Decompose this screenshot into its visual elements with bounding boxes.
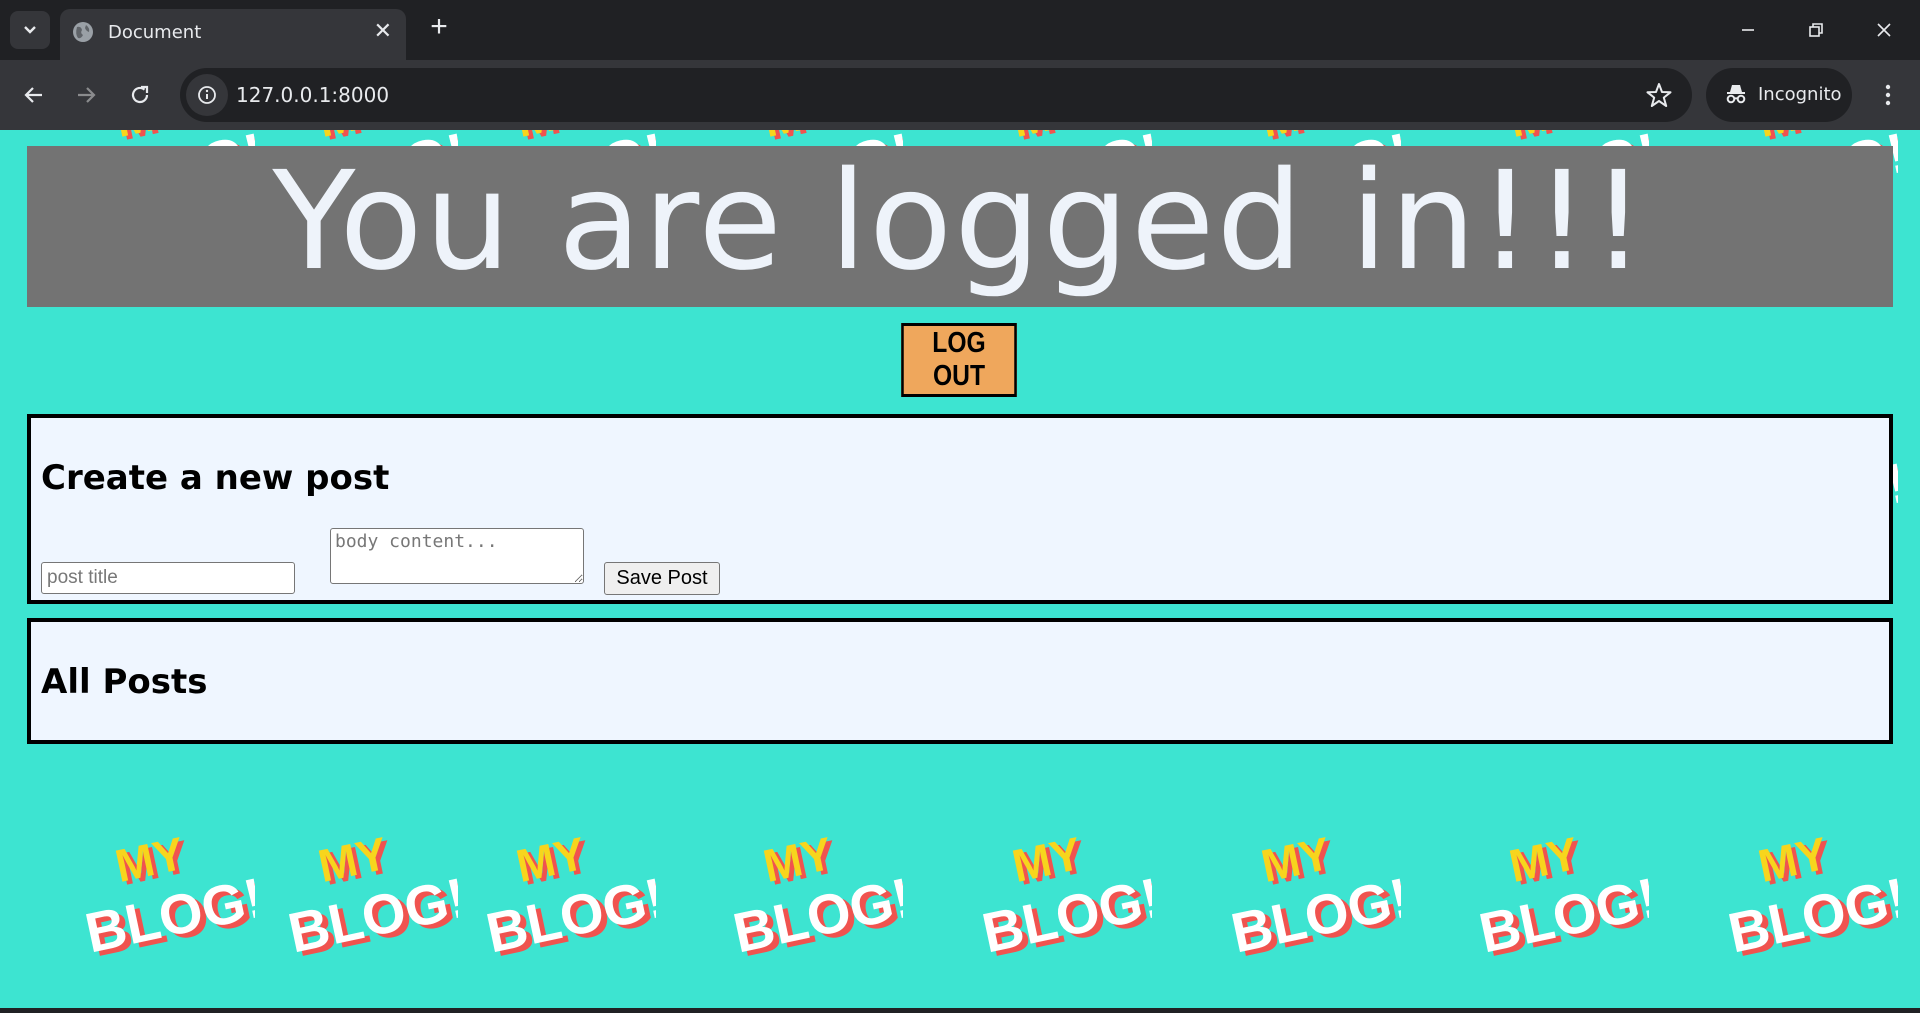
arrow-left-icon [24,87,42,103]
reload-icon [131,85,149,104]
minimize-icon [1742,29,1754,31]
restore-button[interactable] [1796,12,1836,48]
close-window-button[interactable] [1864,12,1904,48]
address-bar[interactable]: 127.0.0.1:8000 [180,68,1692,122]
create-post-panel: Create a new post Save Post [27,414,1893,604]
blog-logo-tile: MYMYBLOG!BLOG! [278,815,479,975]
all-posts-heading: All Posts [41,662,208,702]
browser-tabstrip: Document ✕ + [0,0,1920,60]
url-text: 127.0.0.1:8000 [236,83,390,107]
tab-title: Document [108,22,202,43]
create-post-heading: Create a new post [41,458,390,498]
forward-button[interactable] [68,77,104,113]
blog-logo-tile: MYMYBLOG!BLOG! [1469,815,1670,975]
back-button[interactable] [16,77,52,113]
page-viewport: MY MY BLOG! BLOG! MY MY BLOG! BLOG! MY MY BLOG! BLO… [0,130,1920,1008]
incognito-indicator[interactable]: Incognito [1706,68,1852,122]
close-icon [1877,23,1891,37]
banner-heading: You are logged in!!! [272,142,1648,301]
globe-icon [73,22,93,42]
post-body-textarea[interactable] [330,528,584,584]
blog-logo-tile: MYMYBLOG!BLOG! [723,815,924,975]
tab-document[interactable]: Document ✕ [60,9,406,60]
tab-search-button[interactable] [10,11,50,49]
incognito-label: Incognito [1758,84,1842,105]
browser-toolbar: 127.0.0.1:8000 Incognito [0,60,1920,130]
blog-logo-tile: MYMYBLOG!BLOG! [476,815,677,975]
logged-in-banner: You are logged in!!! [27,146,1893,307]
save-post-button[interactable]: Save Post [604,562,720,595]
logout-button[interactable]: LOG OUT [901,323,1017,397]
all-posts-panel: All Posts [27,618,1893,744]
arrow-right-icon [78,87,96,103]
reload-button[interactable] [122,77,158,113]
new-tab-button[interactable]: + [424,12,454,43]
post-title-input[interactable] [41,562,295,594]
incognito-icon [1726,85,1746,104]
chevron-down-icon [24,26,36,34]
blog-logo-tile: MYMYBLOG!BLOG! [1718,815,1919,975]
restore-icon [1809,23,1823,37]
site-info-icon[interactable] [186,74,228,116]
blog-logo-tile: MYMYBLOG!BLOG! [1221,815,1422,975]
window-bottom-edge [0,1008,1920,1013]
blog-logo-tile: MYMYBLOG!BLOG! [972,815,1173,975]
more-vertical-icon [1885,84,1891,106]
blog-logo-tile: MYMYBLOG!BLOG! [75,815,276,975]
tab-close-icon[interactable]: ✕ [374,19,392,43]
minimize-button[interactable] [1728,12,1768,48]
browser-menu-button[interactable] [1870,77,1906,113]
bookmark-star-icon[interactable] [1646,82,1672,108]
